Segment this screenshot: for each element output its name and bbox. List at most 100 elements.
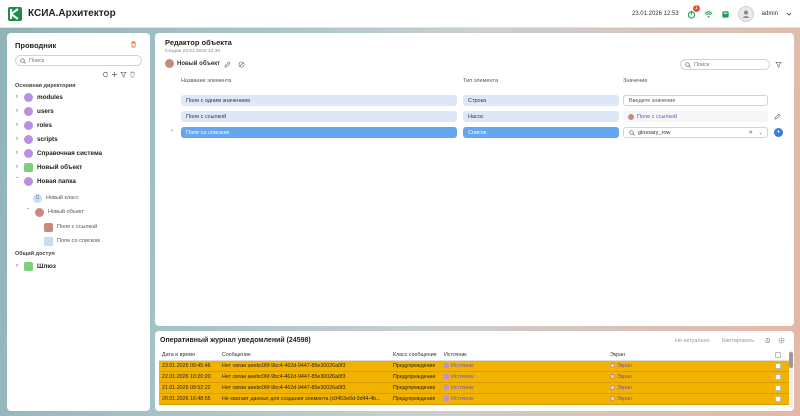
row-msg-class: Предупреждение (393, 384, 436, 391)
scrollbar-thumb[interactable] (789, 352, 793, 368)
tree-item-new-class[interactable]: C Новый класс (33, 192, 79, 204)
column-header-type: Тип элемента (463, 78, 499, 84)
row-screen[interactable]: Экран (610, 363, 632, 369)
refresh-icon[interactable] (102, 71, 109, 78)
row-value-input[interactable]: Введите значение (623, 95, 768, 106)
notifications-button[interactable]: 1 (687, 4, 700, 19)
header-screen: Экран (610, 351, 625, 358)
chevron-right-icon[interactable]: › (171, 128, 173, 134)
tree-item-label: Справочная система (37, 149, 103, 157)
gear-icon[interactable] (778, 337, 785, 344)
source-icon (444, 385, 449, 391)
journal-scrollbar[interactable] (789, 350, 793, 408)
chevron-right-icon[interactable]: › (14, 263, 20, 269)
tree-item-scripts[interactable]: › scripts (14, 133, 58, 145)
editor-search-input[interactable]: Поиск (680, 59, 770, 70)
chevron-down-icon[interactable]: ˇ (25, 209, 31, 215)
chevron-right-icon[interactable]: › (14, 164, 20, 170)
header-source: Источник (444, 351, 467, 358)
row-source-label: Источник (451, 395, 474, 402)
chevron-up-icon[interactable]: ˆ (14, 178, 20, 184)
tree-item-label: roles (37, 121, 53, 129)
storage-button[interactable] (721, 10, 730, 19)
row-name-cell[interactable]: Поле с ссылкой (181, 111, 457, 122)
row-name-cell-selected[interactable]: Поле со списком (181, 127, 457, 138)
editor-search-placeholder: Поиск (694, 61, 710, 68)
acknowledge-button[interactable]: Квитировать (722, 338, 754, 344)
history-icon[interactable] (764, 337, 771, 344)
screen-icon (610, 385, 615, 391)
add-icon[interactable] (111, 71, 118, 78)
row-datetime: 22.01.2026 10:20:20 (162, 373, 211, 380)
row-source[interactable]: Источник (444, 396, 474, 402)
row-screen[interactable]: Экран (610, 396, 632, 402)
row-type-cell[interactable]: Насос (463, 111, 619, 122)
tree-item-link-field[interactable]: Поле с ссылкой (44, 221, 97, 233)
row-value-link-text[interactable]: Поле с ссылкой (637, 114, 677, 120)
tree-item-new-folder[interactable]: ˆ Новая папка (14, 175, 76, 187)
row-value-select[interactable]: glossary_row ✕ ⌄ (623, 127, 768, 138)
trash-icon[interactable] (130, 41, 137, 48)
chevron-right-icon[interactable]: › (14, 150, 20, 156)
row-checkbox[interactable] (775, 374, 781, 380)
chevron-right-icon[interactable]: › (14, 94, 20, 100)
explorer-search-input[interactable]: Поиск (15, 55, 142, 66)
database-icon (722, 10, 729, 18)
tree-item-list-field[interactable]: Поле со списком (44, 235, 100, 247)
folder-node-icon (24, 106, 33, 116)
object-node-icon (24, 162, 33, 172)
row-type-cell[interactable]: Строка (463, 95, 619, 106)
tree-item-label: scripts (37, 135, 58, 143)
user-avatar[interactable] (737, 6, 754, 22)
tree-item-gateway[interactable]: › Шлюз (14, 260, 56, 272)
not-actual-button[interactable]: Не актуально (675, 338, 710, 344)
chevron-right-icon[interactable]: › (14, 136, 20, 142)
header-msg-class: Класс сообщения (393, 351, 437, 358)
row-message: Нет связи aeebc06f-9bc4-462d-9447-85e300… (222, 384, 346, 391)
edit-icon[interactable] (774, 113, 781, 120)
tree-item-users[interactable]: › users (14, 105, 54, 117)
row-checkbox[interactable] (775, 363, 781, 369)
tree-item-new-object-nested[interactable]: ˇ Новый объект (25, 206, 84, 218)
username[interactable]: admin (762, 11, 778, 17)
wifi-button[interactable] (704, 10, 713, 19)
row-value-link[interactable]: Поле с ссылкой (623, 111, 768, 122)
row-checkbox[interactable] (775, 385, 781, 391)
row-screen[interactable]: Экран (610, 385, 632, 391)
clear-icon[interactable]: ✕ (748, 130, 753, 136)
delete-icon[interactable] (129, 71, 136, 78)
search-icon (685, 61, 691, 68)
table-row[interactable]: 22.01.2026 10:20:20 Нет связи aeebc06f-9… (159, 372, 790, 383)
row-source[interactable]: Источник (444, 385, 474, 391)
row-source[interactable]: Источник (444, 374, 474, 380)
row-checkbox[interactable] (775, 396, 781, 402)
row-type-cell-selected[interactable]: Список (463, 127, 619, 138)
chevron-right-icon[interactable]: › (14, 122, 20, 128)
row-name-cell[interactable]: Поле с одним значением (181, 95, 457, 106)
table-row[interactable]: 23.01.2026 09:45:46 Нет связи aeebc06f-9… (159, 361, 790, 372)
table-row[interactable]: 21.01.2026 09:52:22 Нет связи aeebc06f-9… (159, 383, 790, 394)
table-row[interactable]: 20.01.2026 16:48:55 Не хватает данных дл… (159, 394, 790, 405)
tree-item-roles[interactable]: › roles (14, 119, 52, 131)
tree-item-reference-system[interactable]: › Справочная система (14, 147, 102, 159)
row-message: Нет связи aeebc06f-9bc4-462d-9447-85e300… (222, 373, 346, 380)
select-all-checkbox[interactable] (775, 352, 781, 358)
chevron-down-icon[interactable] (786, 11, 792, 17)
tree-item-new-object[interactable]: › Новый объект (14, 161, 82, 173)
search-icon (20, 57, 26, 64)
filter-icon[interactable] (120, 71, 127, 78)
tree-item-modules[interactable]: › modules (14, 91, 63, 103)
add-button[interactable]: + (774, 128, 783, 137)
chevron-right-icon[interactable]: › (14, 108, 20, 114)
journal-table-header: Дата и время Сообщение Класс сообщения И… (159, 350, 790, 361)
chevron-down-icon[interactable]: ⌄ (758, 130, 763, 136)
current-datetime: 23.01.2026 12:53 (631, 11, 679, 17)
edit-icon[interactable] (224, 61, 231, 68)
filter-icon[interactable] (775, 61, 782, 68)
row-screen-label: Экран (617, 373, 632, 380)
list-field-icon (44, 236, 53, 246)
row-source[interactable]: Источник (444, 363, 474, 369)
row-screen[interactable]: Экран (610, 374, 632, 380)
disable-icon[interactable] (238, 61, 245, 68)
row-screen-label: Экран (617, 395, 632, 402)
